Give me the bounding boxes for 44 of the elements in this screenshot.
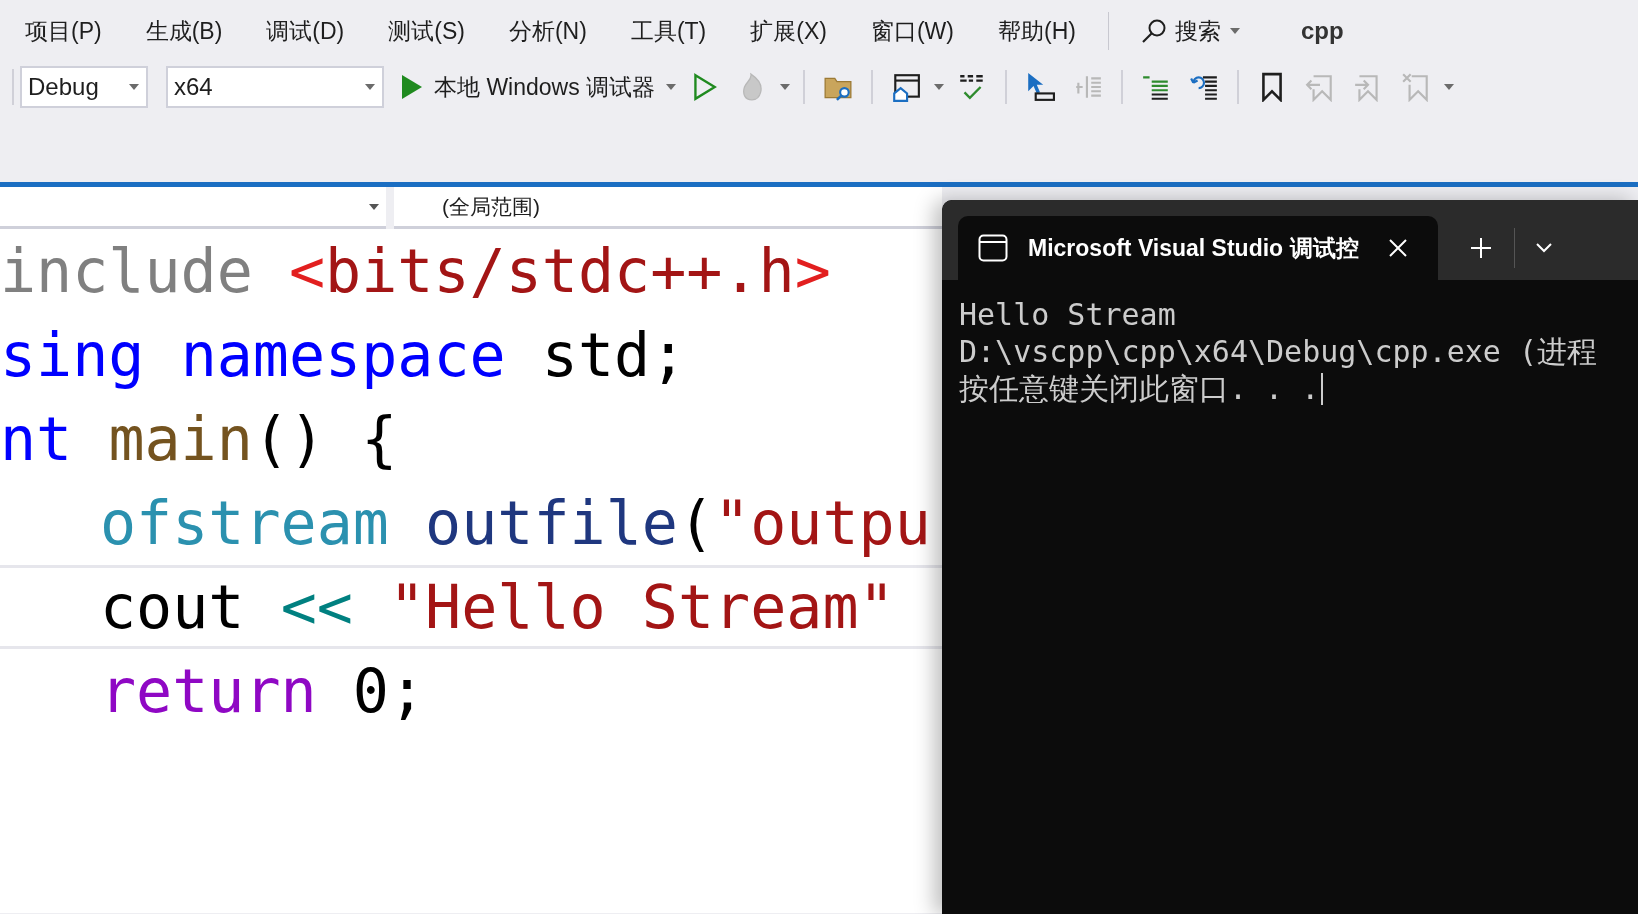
terminal-line: Hello Stream <box>959 296 1176 333</box>
menu-item[interactable]: 窗口(W) <box>870 13 954 49</box>
caret-icon[interactable] <box>933 83 946 91</box>
platform-dropdown[interactable]: x64 <box>166 66 384 108</box>
caret-icon[interactable] <box>1228 27 1241 35</box>
code-line: ofstream outfile("outpu <box>99 487 932 560</box>
solution-name: cpp <box>1300 16 1344 46</box>
menu-item[interactable]: 工具(T) <box>630 13 707 49</box>
terminal-line: D:\vscpp\cpp\x64\Debug\cpp.exe (进程 <box>959 333 1597 370</box>
text-cursor <box>1321 372 1324 405</box>
caret-icon[interactable] <box>665 83 678 91</box>
play-icon[interactable] <box>400 74 424 100</box>
tab-title: Microsoft Visual Studio 调试控 <box>1028 233 1359 263</box>
menu-item[interactable]: 调试(D) <box>266 13 345 49</box>
menu-item[interactable]: 生成(B) <box>145 13 223 49</box>
code-line: include <bits/stdc++.h> <box>0 235 832 308</box>
menu-item[interactable]: 分析(N) <box>508 13 587 49</box>
menu-item[interactable]: 测试(S) <box>388 13 465 49</box>
code-line: nt main() { <box>0 403 399 476</box>
scope-dropdown[interactable]: (全局范围) <box>394 187 942 229</box>
code-line: cout << "Hello Stream" <box>0 565 942 649</box>
caret-icon[interactable] <box>779 83 792 91</box>
chevron-down-icon[interactable] <box>1535 242 1553 254</box>
caret-icon <box>364 83 376 91</box>
scope-label: (全局范围) <box>442 193 540 220</box>
caret-icon[interactable] <box>1443 83 1456 91</box>
menu-item[interactable]: 帮助(H) <box>997 13 1076 49</box>
configuration-dropdown[interactable]: Debug <box>20 66 148 108</box>
terminal-line: 按任意键关闭此窗口. . . <box>959 370 1320 407</box>
code-line: return 0; <box>99 655 427 728</box>
caret-icon <box>368 202 380 211</box>
search-label[interactable]: 搜索 <box>1174 13 1221 49</box>
terminal-tab[interactable]: Microsoft Visual Studio 调试控 <box>958 216 1438 280</box>
code-line: sing namespace std; <box>0 319 688 392</box>
new-tab-icon[interactable] <box>1470 237 1492 259</box>
menu-item[interactable]: 扩展(X) <box>750 13 827 49</box>
close-icon[interactable] <box>1388 238 1408 258</box>
caret-icon <box>128 83 140 91</box>
console-icon <box>978 234 1008 262</box>
run-debugger-button[interactable]: 本地 Windows 调试器 <box>434 69 656 105</box>
cursor-icon[interactable] <box>1025 72 1056 102</box>
search-icon <box>1140 18 1167 44</box>
menu-item[interactable]: 项目(P) <box>25 13 102 49</box>
window-icon[interactable] <box>891 72 922 102</box>
